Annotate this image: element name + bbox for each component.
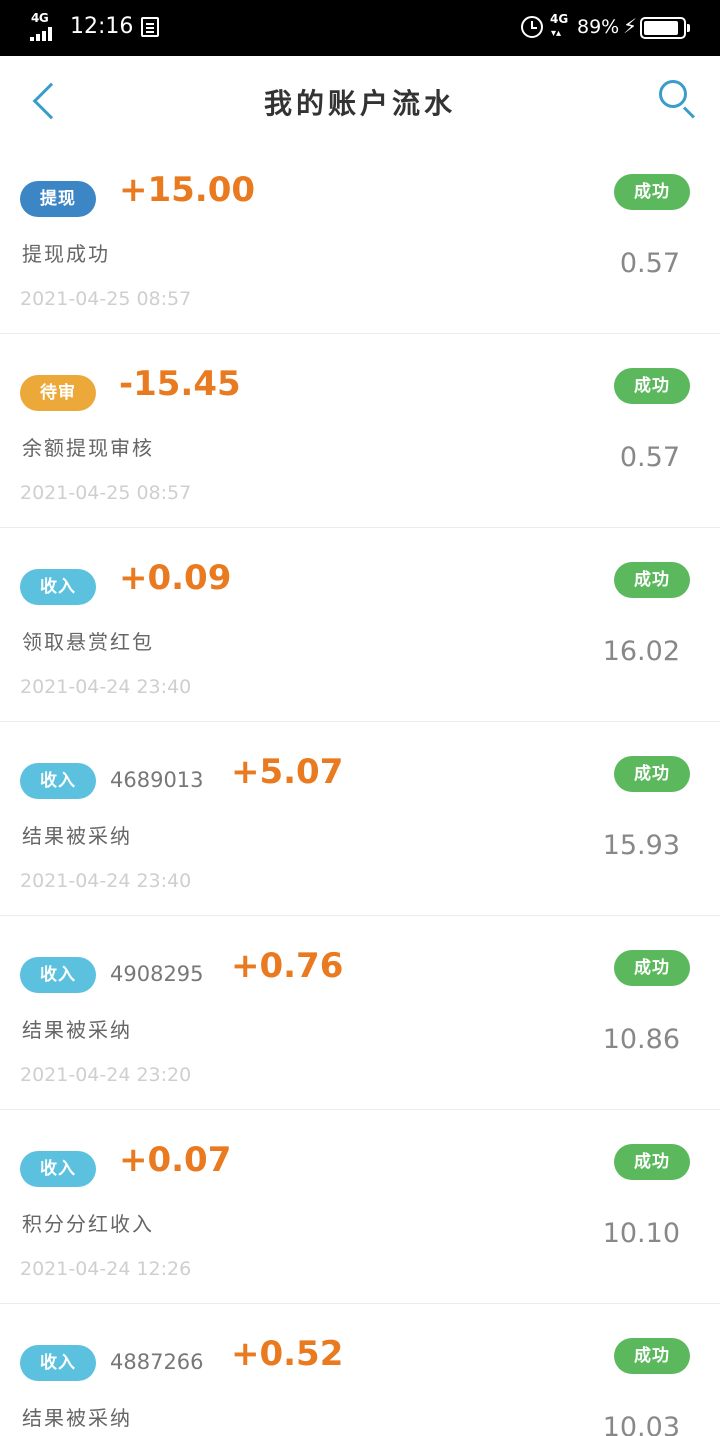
- network-type: 4G: [31, 11, 49, 25]
- transaction-amount: -15.45: [119, 364, 241, 404]
- status-badge: 成功: [614, 1144, 690, 1180]
- transaction-amount: +0.07: [119, 1140, 232, 1180]
- status-badge: 成功: [614, 562, 690, 598]
- status-badge: 成功: [614, 368, 690, 404]
- battery-percent: 89%: [577, 16, 620, 38]
- transaction-balance: 0.57: [619, 442, 680, 473]
- transaction-row[interactable]: 收入 4887266 +0.52 成功 结果被采纳 10.03: [0, 1304, 720, 1436]
- transaction-row[interactable]: 收入 4908295 +0.76 成功 结果被采纳 10.86 2021-04-…: [0, 916, 720, 1110]
- transaction-date: 2021-04-24 12:26: [20, 1258, 192, 1280]
- status-time: 12:16: [70, 14, 134, 39]
- page-title: 我的账户流水: [263, 87, 456, 120]
- transaction-amount: +0.52: [231, 1334, 344, 1374]
- transaction-row[interactable]: 收入 +0.09 成功 领取悬赏红包 16.02 2021-04-24 23:4…: [0, 528, 720, 722]
- transaction-description: 结果被采纳: [22, 1406, 132, 1430]
- search-button[interactable]: [650, 76, 698, 124]
- data-activity-icon: ▾▴: [551, 28, 562, 39]
- transaction-balance: 10.03: [602, 1412, 680, 1436]
- battery-icon: [640, 17, 690, 39]
- transaction-description: 结果被采纳: [22, 1018, 132, 1042]
- transaction-date: 2021-04-24 23:40: [20, 870, 192, 892]
- transaction-date: 2021-04-25 08:57: [20, 288, 192, 310]
- transaction-ref: 4908295: [110, 962, 204, 986]
- transaction-type-tag: 收入: [20, 763, 96, 799]
- transaction-description: 结果被采纳: [22, 824, 132, 848]
- status-badge: 成功: [614, 1338, 690, 1374]
- transaction-description: 积分分红收入: [22, 1212, 154, 1236]
- transaction-balance: 10.10: [602, 1218, 680, 1249]
- transaction-balance: 16.02: [602, 636, 680, 667]
- transaction-type-tag: 待审: [20, 375, 96, 411]
- transaction-date: 2021-04-24 23:20: [20, 1064, 192, 1086]
- transaction-row[interactable]: 收入 +0.07 成功 积分分红收入 10.10 2021-04-24 12:2…: [0, 1110, 720, 1304]
- status-badge: 成功: [614, 950, 690, 986]
- search-icon: [659, 80, 687, 108]
- app-header: 我的账户流水: [0, 56, 720, 146]
- transaction-type-tag: 收入: [20, 1345, 96, 1381]
- network-type-secondary: 4G: [550, 12, 569, 26]
- transaction-type-tag: 收入: [20, 957, 96, 993]
- transaction-amount: +15.00: [119, 170, 256, 210]
- notification-icon: [141, 17, 159, 37]
- transaction-row[interactable]: 收入 4689013 +5.07 成功 结果被采纳 15.93 2021-04-…: [0, 722, 720, 916]
- transaction-ref: 4689013: [110, 768, 204, 792]
- charging-icon: ⚡: [623, 14, 638, 38]
- transaction-date: 2021-04-25 08:57: [20, 482, 192, 504]
- transaction-ref: 4887266: [110, 1350, 204, 1374]
- transaction-type-tag: 提现: [20, 181, 96, 217]
- transaction-description: 领取悬赏红包: [22, 630, 154, 654]
- transaction-row[interactable]: 提现 +15.00 成功 提现成功 0.57 2021-04-25 08:57: [0, 140, 720, 334]
- status-badge: 成功: [614, 174, 690, 210]
- transaction-description: 余额提现审核: [22, 436, 154, 460]
- transaction-amount: +0.76: [231, 946, 344, 986]
- alarm-icon: [521, 16, 543, 38]
- transaction-description: 提现成功: [22, 242, 110, 266]
- transaction-balance: 15.93: [602, 830, 680, 861]
- transaction-row[interactable]: 待审 -15.45 成功 余额提现审核 0.57 2021-04-25 08:5…: [0, 334, 720, 528]
- transaction-balance: 10.86: [602, 1024, 680, 1055]
- transaction-type-tag: 收入: [20, 1151, 96, 1187]
- transaction-list: 提现 +15.00 成功 提现成功 0.57 2021-04-25 08:57 …: [0, 140, 720, 1436]
- transaction-date: 2021-04-24 23:40: [20, 676, 192, 698]
- transaction-balance: 0.57: [619, 248, 680, 279]
- status-badge: 成功: [614, 756, 690, 792]
- transaction-type-tag: 收入: [20, 569, 96, 605]
- transaction-amount: +5.07: [231, 752, 344, 792]
- transaction-amount: +0.09: [119, 558, 232, 598]
- status-bar: 4G 12:16 4G ▾▴ 89% ⚡: [0, 0, 720, 56]
- signal-icon: 4G: [30, 11, 60, 41]
